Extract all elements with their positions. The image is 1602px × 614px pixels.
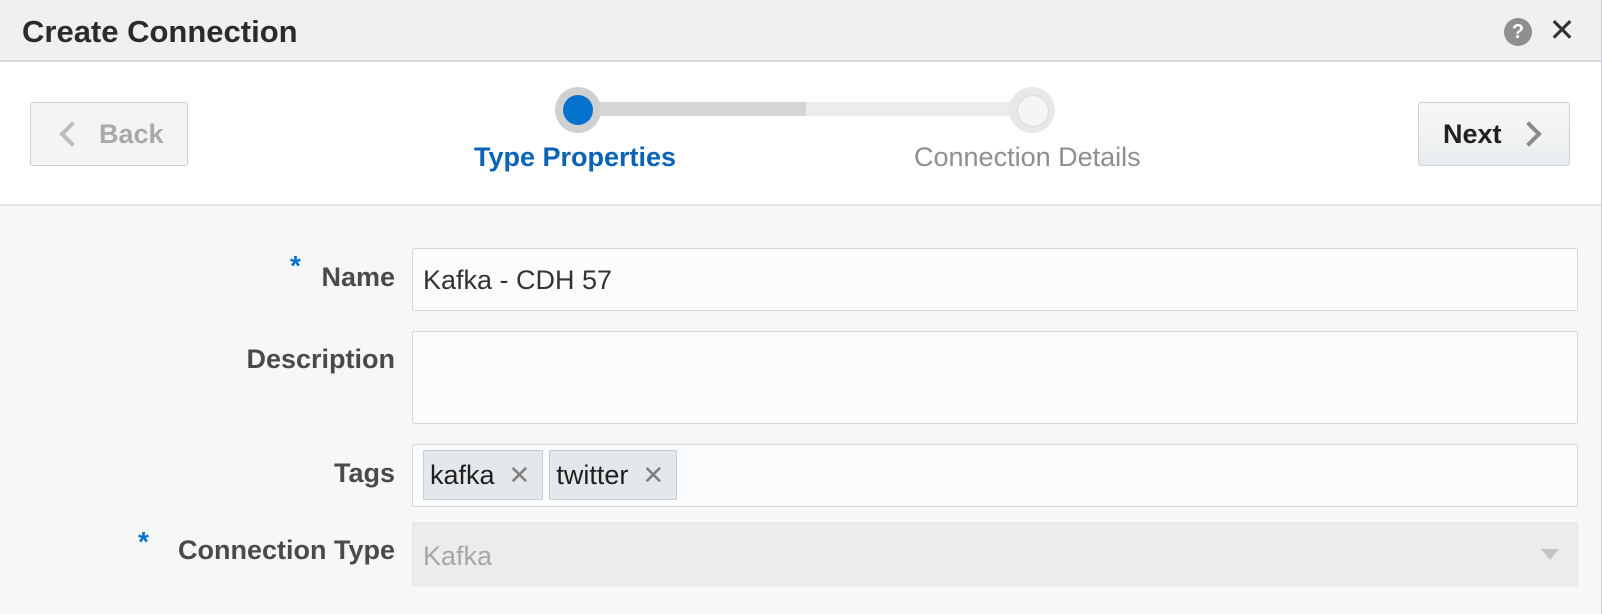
step-train: Back Type Properties Connection Details … xyxy=(0,62,1601,206)
description-label: Description xyxy=(246,344,395,374)
remove-tag-icon[interactable]: ✕ xyxy=(642,460,664,491)
tags-field[interactable]: kafka ✕ twitter ✕ xyxy=(412,444,1578,507)
connection-form: * Name Kafka - CDH 57 Description Tags k… xyxy=(0,208,1601,614)
create-connection-dialog: Create Connection ? ✕ Back Type Properti… xyxy=(0,0,1602,614)
step-track-remaining xyxy=(806,102,1032,116)
required-marker: * xyxy=(138,526,149,557)
name-field[interactable]: Kafka - CDH 57 xyxy=(412,248,1578,311)
dialog-title: Create Connection xyxy=(22,14,298,49)
name-label: Name xyxy=(321,262,395,292)
connection-type-label: Connection Type xyxy=(177,535,395,565)
back-button-label: Back xyxy=(99,118,164,149)
chevron-left-icon xyxy=(59,121,85,147)
tags-label: Tags xyxy=(333,458,395,488)
step-track-completed xyxy=(578,102,806,116)
dialog-header: Create Connection ? ✕ xyxy=(0,0,1601,62)
name-field-value: Kafka - CDH 57 xyxy=(423,265,613,295)
description-field-value xyxy=(413,332,1577,364)
step-connection-details-label[interactable]: Connection Details xyxy=(914,142,1141,173)
next-button[interactable]: Next xyxy=(1418,102,1570,166)
step-connection-details-indicator[interactable] xyxy=(1009,87,1055,133)
tag-chip-label: twitter xyxy=(556,459,629,490)
connection-type-select[interactable]: Kafka xyxy=(412,522,1578,586)
tag-chip: kafka ✕ xyxy=(423,450,544,500)
tag-chip-label: kafka xyxy=(430,459,495,490)
chevron-down-icon xyxy=(1541,549,1559,560)
next-button-label: Next xyxy=(1443,118,1502,149)
chevron-right-icon xyxy=(1515,121,1542,147)
tag-chip: twitter ✕ xyxy=(549,450,678,500)
close-icon[interactable]: ✕ xyxy=(1548,14,1576,46)
back-button[interactable]: Back xyxy=(30,102,188,166)
step-type-properties-label[interactable]: Type Properties xyxy=(474,142,676,173)
remove-tag-icon[interactable]: ✕ xyxy=(509,460,531,491)
help-icon[interactable]: ? xyxy=(1504,18,1532,46)
step-type-properties-indicator[interactable] xyxy=(555,87,601,133)
tags-list: kafka ✕ twitter ✕ xyxy=(413,445,1577,505)
connection-type-value: Kafka xyxy=(423,541,493,571)
description-field[interactable] xyxy=(412,331,1578,424)
required-marker: * xyxy=(290,250,301,281)
